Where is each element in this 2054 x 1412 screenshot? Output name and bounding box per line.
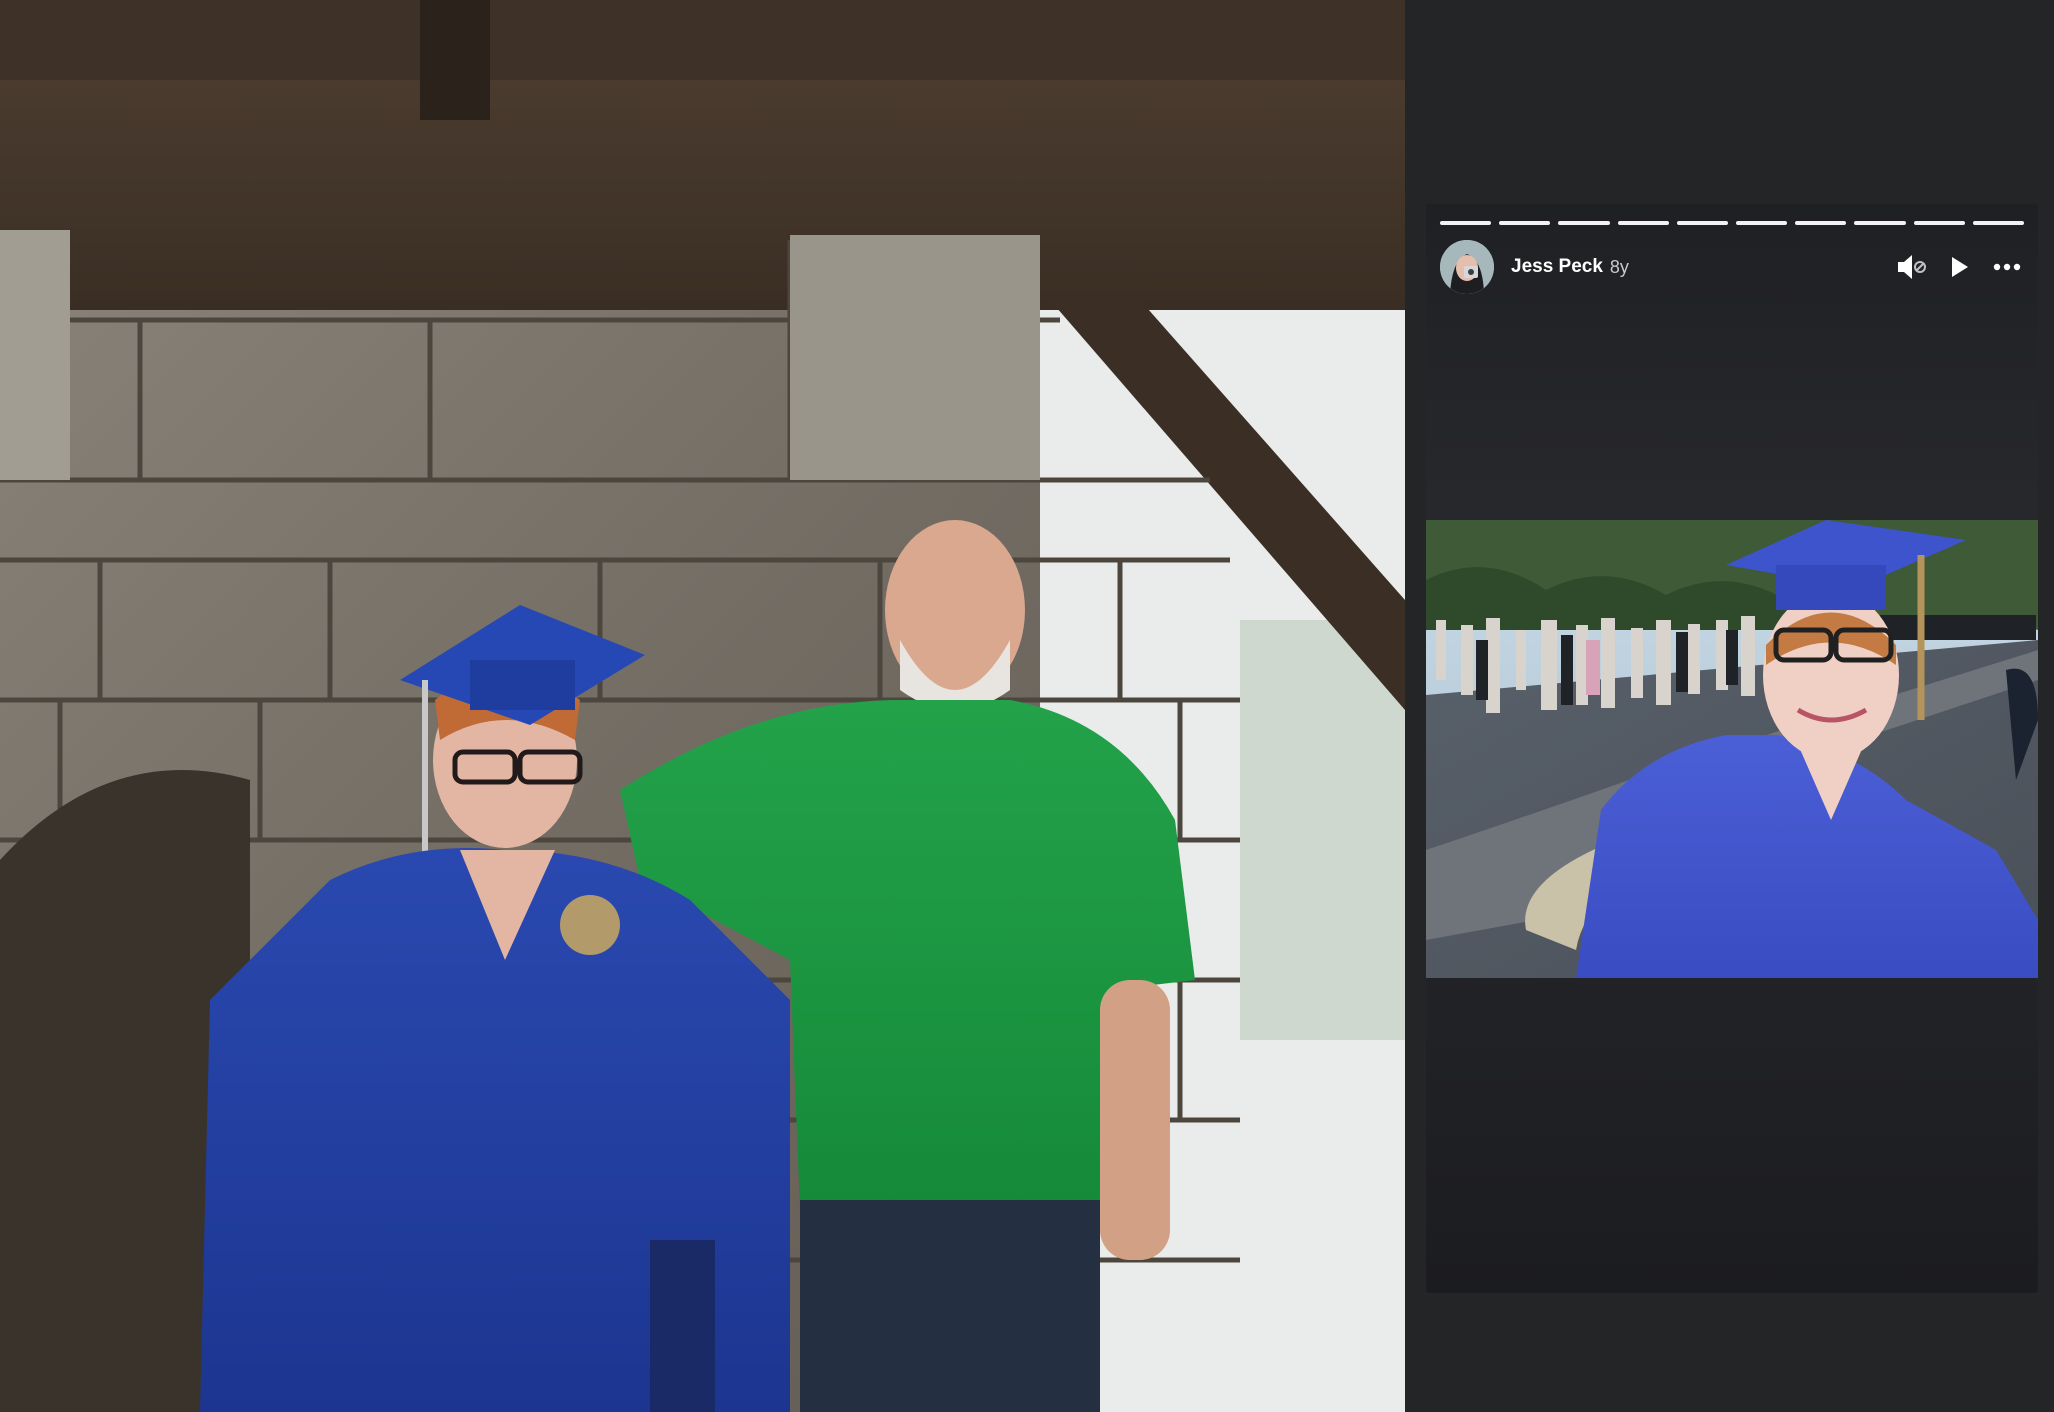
story-viewer-page: Jess Peck 8y	[0, 0, 2054, 1412]
progress-segment	[1676, 221, 1729, 225]
progress-segment	[1617, 221, 1669, 225]
story-progress-bar	[1440, 221, 2025, 225]
story-card[interactable]: Jess Peck 8y	[1426, 204, 2038, 1293]
progress-segment	[1913, 221, 1965, 225]
progress-segment	[1972, 221, 2025, 225]
more-options-button[interactable]	[1990, 250, 2024, 284]
progress-segment	[1854, 221, 1906, 225]
play-icon	[1952, 257, 1968, 277]
author-name[interactable]: Jess Peck	[1511, 256, 1603, 278]
progress-segment	[1795, 221, 1847, 225]
progress-segment	[1736, 221, 1788, 225]
story-header: Jess Peck 8y	[1440, 240, 2024, 294]
author-avatar[interactable]	[1440, 240, 1494, 294]
mute-button[interactable]	[1894, 250, 1928, 284]
background-photo	[0, 0, 1405, 1412]
story-controls	[1894, 250, 2024, 284]
progress-segment	[1558, 221, 1610, 225]
progress-segment	[1440, 221, 1492, 225]
speaker-muted-icon	[1898, 255, 1926, 279]
progress-segment	[1499, 221, 1551, 225]
post-age: 8y	[1609, 256, 1629, 277]
play-button[interactable]	[1942, 250, 1976, 284]
story-photo[interactable]	[1426, 520, 2038, 978]
more-options-icon	[1993, 263, 2021, 271]
